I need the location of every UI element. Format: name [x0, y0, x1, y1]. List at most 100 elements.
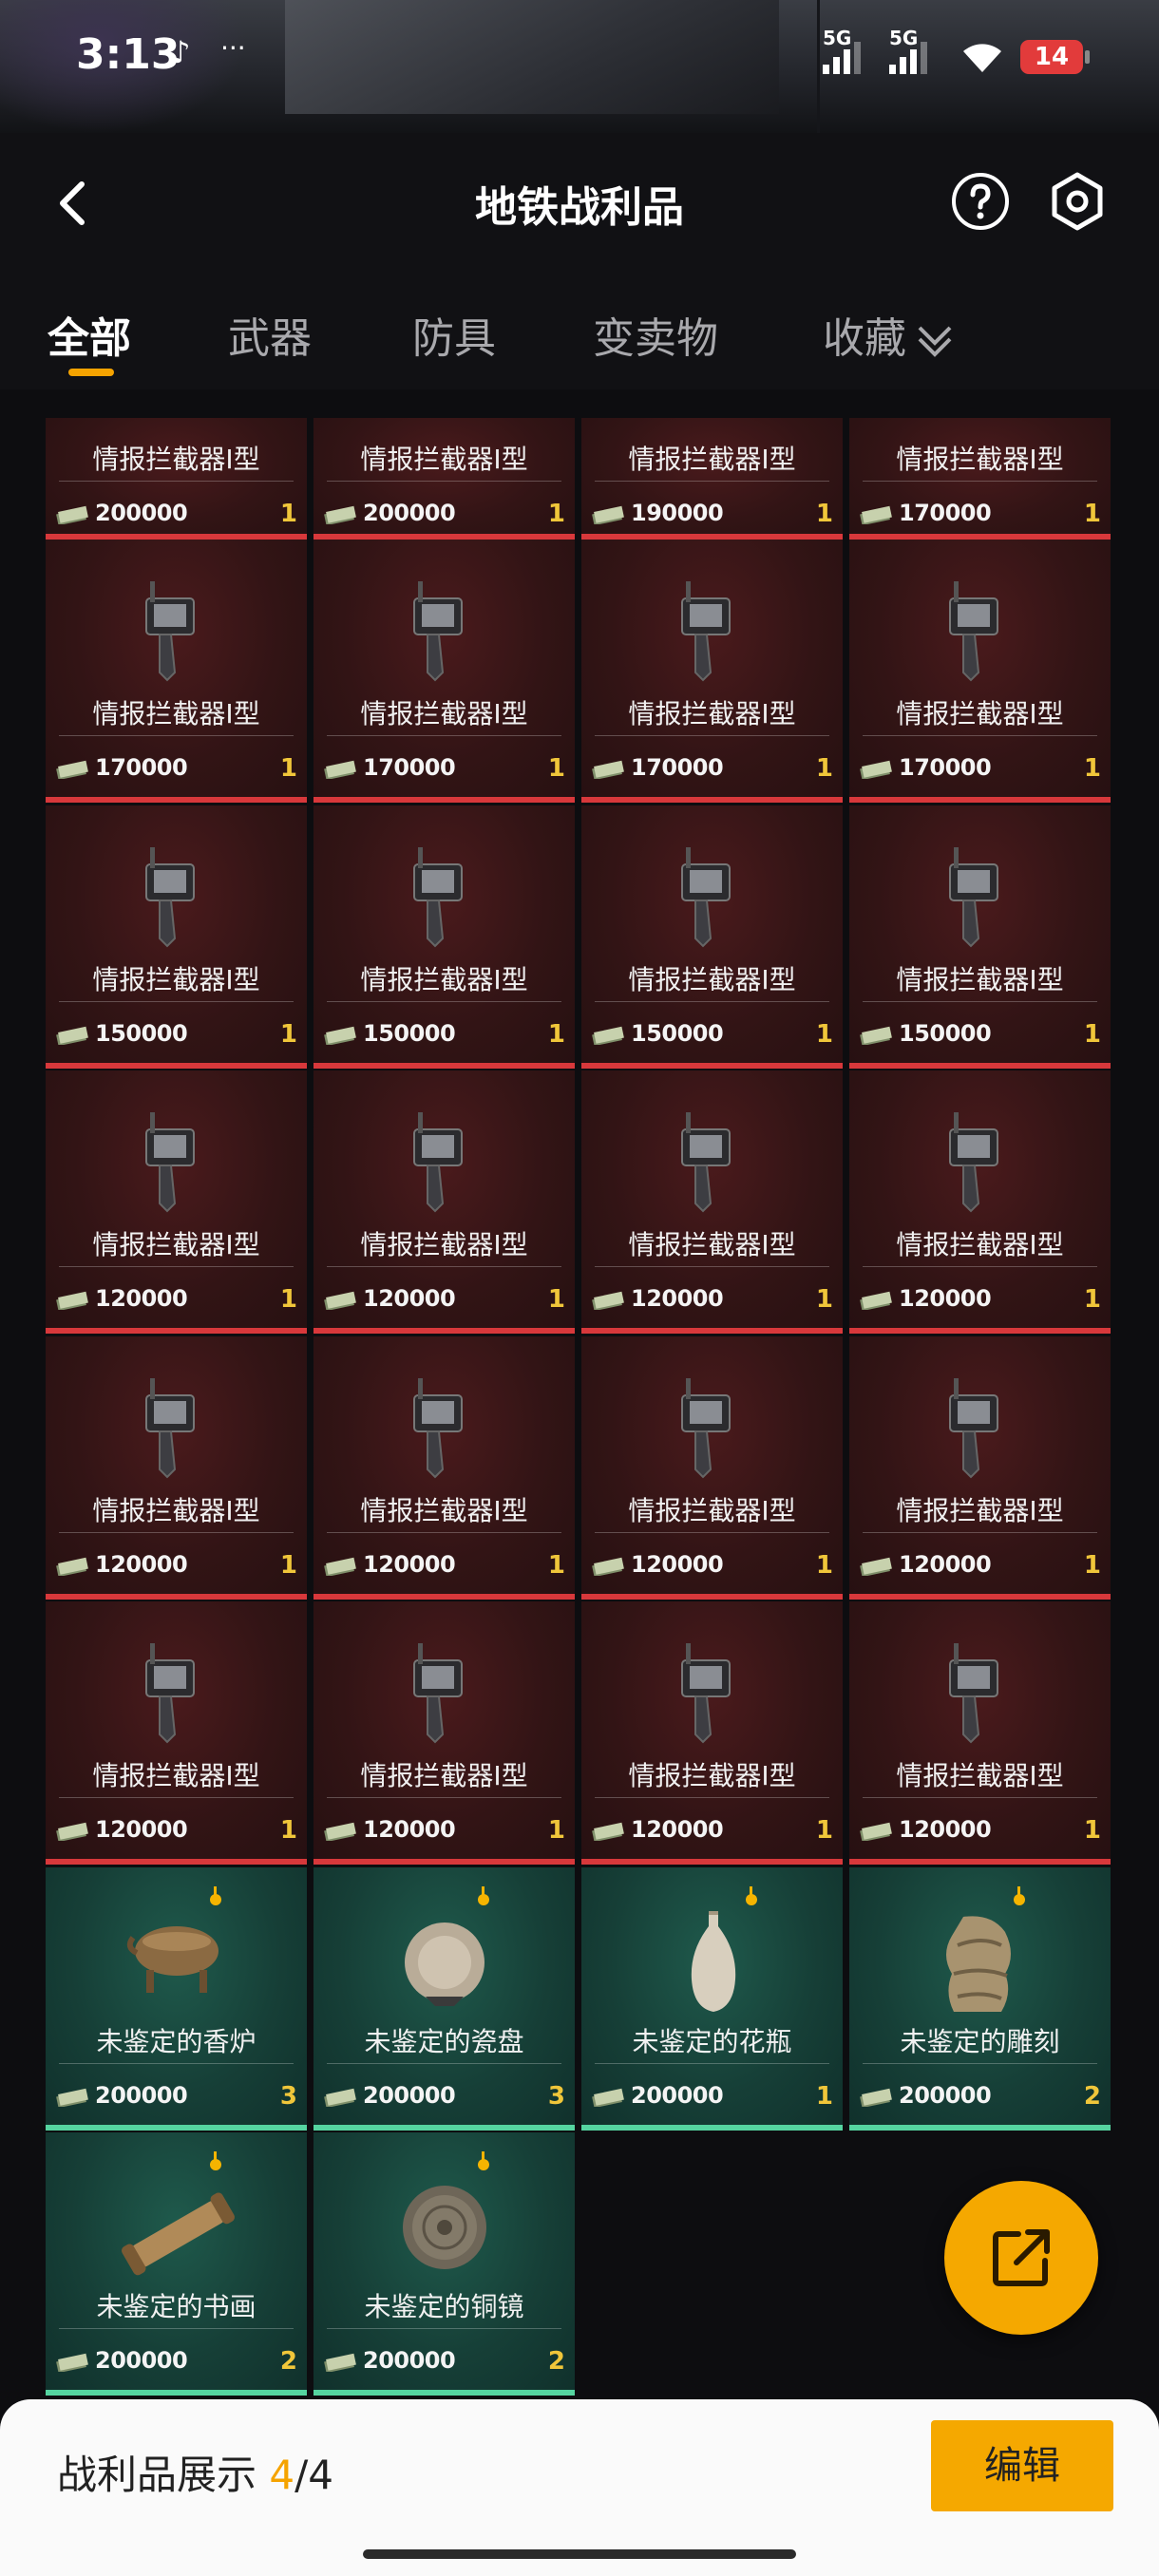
- item-price: 170000: [899, 500, 992, 526]
- rarity-bar: [46, 1593, 307, 1600]
- item-quantity: 1: [815, 1550, 833, 1580]
- loot-item-card[interactable]: 情报拦截器I型 170000 1: [849, 418, 1111, 540]
- card-divider: [595, 735, 829, 736]
- item-name: 情报拦截器I型: [360, 698, 528, 729]
- cash-icon: [324, 1557, 356, 1576]
- loot-item-card[interactable]: 未鉴定的铜镜 200000 2: [314, 2132, 575, 2396]
- appraisal-flag-icon: [210, 2151, 221, 2170]
- device-icon: [145, 1643, 195, 1744]
- plate-icon: [405, 1922, 484, 2006]
- cell-signal-2-icon: 5G: [889, 27, 927, 74]
- cash-icon: [324, 505, 356, 524]
- item-price: 200000: [363, 500, 456, 526]
- loot-item-card[interactable]: 情报拦截器I型 170000 1: [581, 540, 843, 803]
- edit-button[interactable]: 编辑: [931, 2420, 1113, 2511]
- tab-favorites-label: 收藏: [823, 314, 906, 363]
- item-quantity: 1: [547, 1019, 565, 1049]
- loot-item-card[interactable]: 情报拦截器I型 120000 1: [581, 1601, 843, 1865]
- item-quantity: 1: [1083, 1019, 1101, 1049]
- help-icon[interactable]: [950, 171, 1011, 232]
- item-name: 情报拦截器I型: [360, 1760, 528, 1791]
- loot-item-card[interactable]: 情报拦截器I型 190000 1: [581, 418, 843, 540]
- item-quantity: 1: [279, 1019, 297, 1049]
- loot-item-card[interactable]: 情报拦截器I型 150000 1: [581, 805, 843, 1069]
- loot-item-card[interactable]: 情报拦截器I型 120000 1: [581, 1070, 843, 1334]
- cash-icon: [56, 1291, 88, 1310]
- rarity-bar: [849, 797, 1111, 803]
- cash-icon: [592, 505, 624, 524]
- item-name: 情报拦截器I型: [360, 963, 528, 995]
- loot-item-card[interactable]: 情报拦截器I型 120000 1: [46, 1601, 307, 1865]
- nav-header: 地铁战利品: [0, 133, 1159, 275]
- tab-weapons[interactable]: 武器: [228, 304, 312, 365]
- appraisal-flag-icon: [1014, 1885, 1025, 1905]
- rarity-bar: [581, 1593, 843, 1600]
- device-icon: [949, 846, 998, 947]
- loot-item-card[interactable]: 情报拦截器I型 170000 1: [849, 540, 1111, 803]
- loot-item-card[interactable]: 情报拦截器I型 120000 1: [849, 1601, 1111, 1865]
- loot-item-card[interactable]: 未鉴定的花瓶 200000 1: [581, 1866, 843, 2131]
- item-name: 情报拦截器I型: [896, 1229, 1064, 1260]
- appraisal-flag-icon: [210, 1885, 221, 1905]
- cell-signal-1-icon: 5G: [823, 27, 861, 74]
- appraisal-flag-icon: [746, 1885, 757, 1905]
- loot-item-card[interactable]: 情报拦截器I型 120000 1: [581, 1335, 843, 1600]
- device-icon: [145, 846, 195, 947]
- item-name: 情报拦截器I型: [92, 698, 260, 729]
- loot-item-card[interactable]: 未鉴定的雕刻 200000 2: [849, 1866, 1111, 2131]
- cash-icon: [56, 2353, 88, 2372]
- tab-all[interactable]: 全部: [48, 304, 131, 365]
- item-name: 情报拦截器I型: [92, 1760, 260, 1791]
- card-divider: [327, 2062, 561, 2064]
- cash-icon: [860, 760, 892, 779]
- loot-item-card[interactable]: 情报拦截器I型 150000 1: [46, 805, 307, 1069]
- device-icon: [145, 1377, 195, 1478]
- cash-icon: [860, 1291, 892, 1310]
- rarity-bar: [581, 1859, 843, 1865]
- device-icon: [681, 1643, 731, 1744]
- loot-item-card[interactable]: 情报拦截器I型 120000 1: [314, 1601, 575, 1865]
- loot-item-card[interactable]: 情报拦截器I型 120000 1: [46, 1335, 307, 1600]
- bottom-sheet: 战利品展示 4/4 编辑: [0, 2399, 1159, 2576]
- item-name: 情报拦截器I型: [896, 1760, 1064, 1791]
- item-quantity: 3: [547, 2081, 565, 2111]
- loot-item-card[interactable]: 情报拦截器I型 120000 1: [849, 1070, 1111, 1334]
- rarity-bar: [46, 1062, 307, 1069]
- loot-item-card[interactable]: 情报拦截器I型 150000 1: [849, 805, 1111, 1069]
- rarity-bar: [849, 1328, 1111, 1334]
- item-name: 未鉴定的雕刻: [900, 2025, 1060, 2057]
- loot-item-card[interactable]: 未鉴定的瓷盘 200000 3: [314, 1866, 575, 2131]
- loot-item-card[interactable]: 情报拦截器I型 120000 1: [849, 1335, 1111, 1600]
- tab-favorites[interactable]: 收藏: [823, 304, 956, 365]
- share-button[interactable]: [944, 2181, 1098, 2335]
- item-quantity: 2: [279, 2347, 297, 2376]
- item-quantity: 1: [279, 754, 297, 783]
- card-divider: [863, 1531, 1097, 1533]
- item-price: 150000: [631, 1019, 724, 1047]
- loot-item-card[interactable]: 情报拦截器I型 150000 1: [314, 805, 575, 1069]
- loot-item-card[interactable]: 情报拦截器I型 120000 1: [314, 1070, 575, 1334]
- double-chevron-down-icon: [918, 326, 952, 357]
- item-name: 情报拦截器I型: [896, 963, 1064, 995]
- status-bar: 3:13 ♪ ··· 5G 5G 14: [0, 27, 1159, 93]
- rarity-bar: [46, 1328, 307, 1334]
- loot-item-card[interactable]: 未鉴定的书画 200000 2: [46, 2132, 307, 2396]
- item-price: 120000: [631, 1550, 724, 1578]
- loot-item-card[interactable]: 情报拦截器I型 200000 1: [314, 418, 575, 540]
- device-icon: [681, 1112, 731, 1213]
- more-icon: ···: [220, 32, 246, 64]
- loot-item-card[interactable]: 情报拦截器I型 200000 1: [46, 418, 307, 540]
- loot-item-card[interactable]: 情报拦截器I型 170000 1: [314, 540, 575, 803]
- home-indicator[interactable]: [363, 2549, 796, 2559]
- loot-item-card[interactable]: 情报拦截器I型 120000 1: [46, 1070, 307, 1334]
- loot-item-card[interactable]: 未鉴定的香炉 200000 3: [46, 1866, 307, 2131]
- tab-sellables[interactable]: 变卖物: [593, 304, 718, 365]
- item-price: 120000: [95, 1285, 188, 1312]
- item-price: 200000: [95, 500, 188, 526]
- loot-item-card[interactable]: 情报拦截器I型 170000 1: [46, 540, 307, 803]
- rarity-bar: [46, 2390, 307, 2396]
- settings-icon[interactable]: [1047, 171, 1108, 232]
- loot-item-card[interactable]: 情报拦截器I型 120000 1: [314, 1335, 575, 1600]
- tab-armor[interactable]: 防具: [412, 304, 496, 365]
- item-name: 情报拦截器I型: [360, 1229, 528, 1260]
